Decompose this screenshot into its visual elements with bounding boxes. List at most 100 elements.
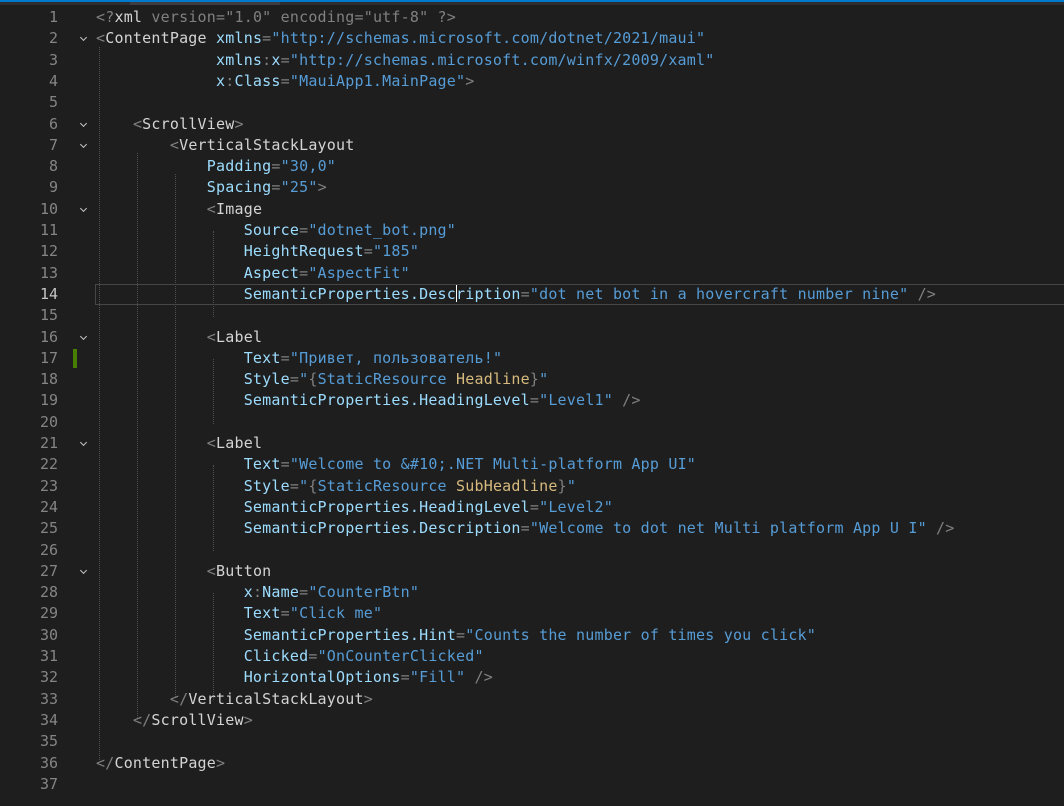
fold-chevron-icon[interactable]	[78, 199, 90, 220]
token-val: "CounterBtn"	[308, 583, 420, 602]
line-number: 2	[48, 29, 58, 48]
code-line[interactable]: 32 HorizontalOptions="Fill" />	[0, 667, 1064, 688]
line-number: 29	[39, 604, 58, 623]
active-tab-indicator	[0, 0, 1064, 2]
token-attr: HeightRequest	[243, 242, 364, 261]
token-attr: SemanticProperties.Description	[243, 519, 521, 538]
line-number: 6	[48, 114, 58, 133]
code-text: Style="{StaticResource Headline}"	[96, 369, 548, 390]
fold-chevron-icon[interactable]	[78, 327, 90, 348]
token-punc: =	[280, 50, 290, 69]
code-line[interactable]: 8 Padding="30,0"	[0, 156, 1064, 177]
line-number: 32	[39, 668, 58, 687]
code-text: HorizontalOptions="Fill" />	[96, 667, 493, 688]
code-line[interactable]: 15	[0, 305, 1064, 326]
code-line[interactable]: 5	[0, 92, 1064, 113]
token-punc: <	[206, 327, 217, 346]
code-line[interactable]: 6 <ScrollView>	[0, 114, 1064, 135]
code-line[interactable]: 12 HeightRequest="185"	[0, 241, 1064, 262]
code-line[interactable]: 4 x:Class="MauiApp1.MainPage">	[0, 71, 1064, 92]
code-line[interactable]: 10 <Image	[0, 199, 1064, 220]
token-punc: =	[363, 242, 373, 261]
code-line[interactable]: 23 Style="{StaticResource SubHeadline}"	[0, 476, 1064, 497]
code-line[interactable]: 37	[0, 774, 1064, 795]
code-line[interactable]: 30 SemanticProperties.Hint="Counts the n…	[0, 625, 1064, 646]
fold-chevron-icon[interactable]	[78, 561, 90, 582]
token-val: "MauiApp1.MainPage"	[289, 71, 466, 90]
token-punc: >	[234, 114, 244, 133]
code-line[interactable]: 19 SemanticProperties.HeadingLevel="Leve…	[0, 390, 1064, 411]
code-line[interactable]: 26	[0, 540, 1064, 561]
line-number: 28	[39, 583, 58, 602]
code-line[interactable]: 34 </ScrollView>	[0, 710, 1064, 731]
code-line[interactable]: 9 Spacing="25">	[0, 177, 1064, 198]
token-punc: =	[280, 348, 290, 367]
code-line[interactable]: 22 Text="Welcome to &#10;.NET Multi-plat…	[0, 454, 1064, 475]
token-punc: :	[262, 50, 272, 69]
code-line[interactable]: 31 Clicked="OnCounterClicked"	[0, 646, 1064, 667]
token-punc: }	[557, 476, 567, 495]
token-attr: Aspect	[243, 263, 300, 282]
code-line[interactable]: 13 Aspect="AspectFit"	[0, 263, 1064, 284]
token-punc: =	[456, 625, 466, 644]
code-line[interactable]: 18 Style="{StaticResource Headline}"	[0, 369, 1064, 390]
fold-chevron-icon[interactable]	[78, 114, 90, 135]
code-editor[interactable]: 1 <?xml version="1.0" encoding="utf-8" ?>…	[0, 7, 1064, 806]
code-line[interactable]: 7 <VerticalStackLayout	[0, 135, 1064, 156]
code-line[interactable]: 28 x:Name="CounterBtn"	[0, 582, 1064, 603]
token-punc: =	[271, 178, 281, 197]
line-number: 23	[39, 476, 58, 495]
line-number: 3	[48, 50, 58, 69]
code-line[interactable]: 33 </VerticalStackLayout>	[0, 689, 1064, 710]
fold-chevron-icon[interactable]	[78, 433, 90, 454]
token-punc: />	[908, 284, 937, 303]
token-val: "185"	[372, 242, 420, 261]
code-line[interactable]: 36 </ContentPage>	[0, 753, 1064, 774]
token-punc: =	[299, 583, 309, 602]
code-line[interactable]: 21 <Label	[0, 433, 1064, 454]
code-line[interactable]: 29 Text="Click me"	[0, 603, 1064, 624]
token-attr: ription	[456, 284, 521, 303]
code-line[interactable]: 25 SemanticProperties.Description="Welco…	[0, 518, 1064, 539]
token-val: "http://schemas.microsoft.com/winfx/2009…	[289, 50, 715, 69]
token-tag: xml	[114, 8, 143, 26]
token-punc: =	[299, 221, 309, 239]
code-line[interactable]: 35	[0, 731, 1064, 752]
token-punc: =	[529, 497, 540, 516]
code-text: Clicked="OnCounterClicked"	[96, 646, 484, 667]
token-punc: <	[206, 199, 217, 218]
token-val: "	[299, 370, 309, 389]
code-line[interactable]: 2 <ContentPage xmlns="http://schemas.micr…	[0, 28, 1064, 49]
token-punc: </	[132, 710, 152, 729]
code-line[interactable]: 27 <Button	[0, 561, 1064, 582]
code-line[interactable]: 11 Source="dotnet_bot.png"	[0, 220, 1064, 241]
token-attr: xmlns	[216, 29, 263, 48]
code-line[interactable]: 20	[0, 412, 1064, 433]
line-number: 14	[39, 284, 58, 303]
line-number: 15	[39, 306, 58, 325]
code-line[interactable]: 16 <Label	[0, 327, 1064, 348]
code-text: </ScrollView>	[96, 710, 253, 731]
fold-chevron-icon[interactable]	[78, 28, 90, 49]
code-line[interactable]: 3 xmlns:x="http://schemas.microsoft.com/…	[0, 50, 1064, 71]
token-punc: <?	[96, 8, 115, 26]
code-line[interactable]: 24 SemanticProperties.HeadingLevel="Leve…	[0, 497, 1064, 518]
code-text: Text="Click me"	[96, 603, 382, 624]
fold-chevron-icon[interactable]	[78, 135, 90, 156]
code-line[interactable]: 14 SemanticProperties.Description="dot n…	[0, 283, 1064, 306]
token-val: "Welcome to &#10;.NET Multi-platform App…	[289, 455, 697, 474]
code-line[interactable]: 1 <?xml version="1.0" encoding="utf-8" ?>	[0, 7, 1064, 28]
code-line[interactable]: 17 Text="Привет, пользователь!"	[0, 348, 1064, 369]
token-val: "dotnet_bot.png"	[308, 221, 457, 239]
token-punc: =	[299, 263, 309, 282]
tab-strip	[0, 0, 1064, 5]
token-tag: ContentPage	[114, 753, 217, 772]
token-ext: SubHeadline	[456, 476, 558, 495]
token-attr: Spacing	[206, 178, 272, 197]
token-punc: :	[252, 583, 263, 602]
